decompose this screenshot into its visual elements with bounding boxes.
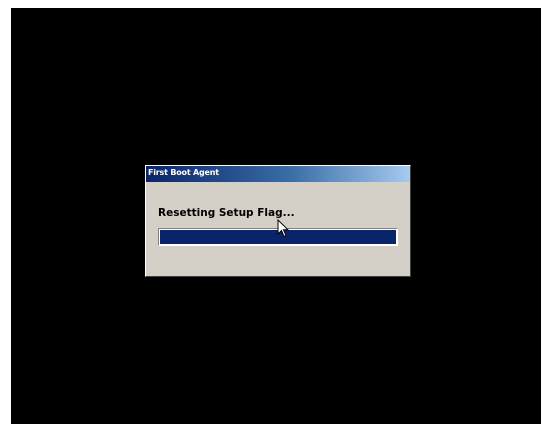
dialog-titlebar[interactable]: First Boot Agent xyxy=(146,166,410,182)
status-message: Resetting Setup Flag... xyxy=(158,207,295,219)
dialog-title: First Boot Agent xyxy=(148,168,219,177)
mouse-pointer-icon xyxy=(277,219,289,238)
